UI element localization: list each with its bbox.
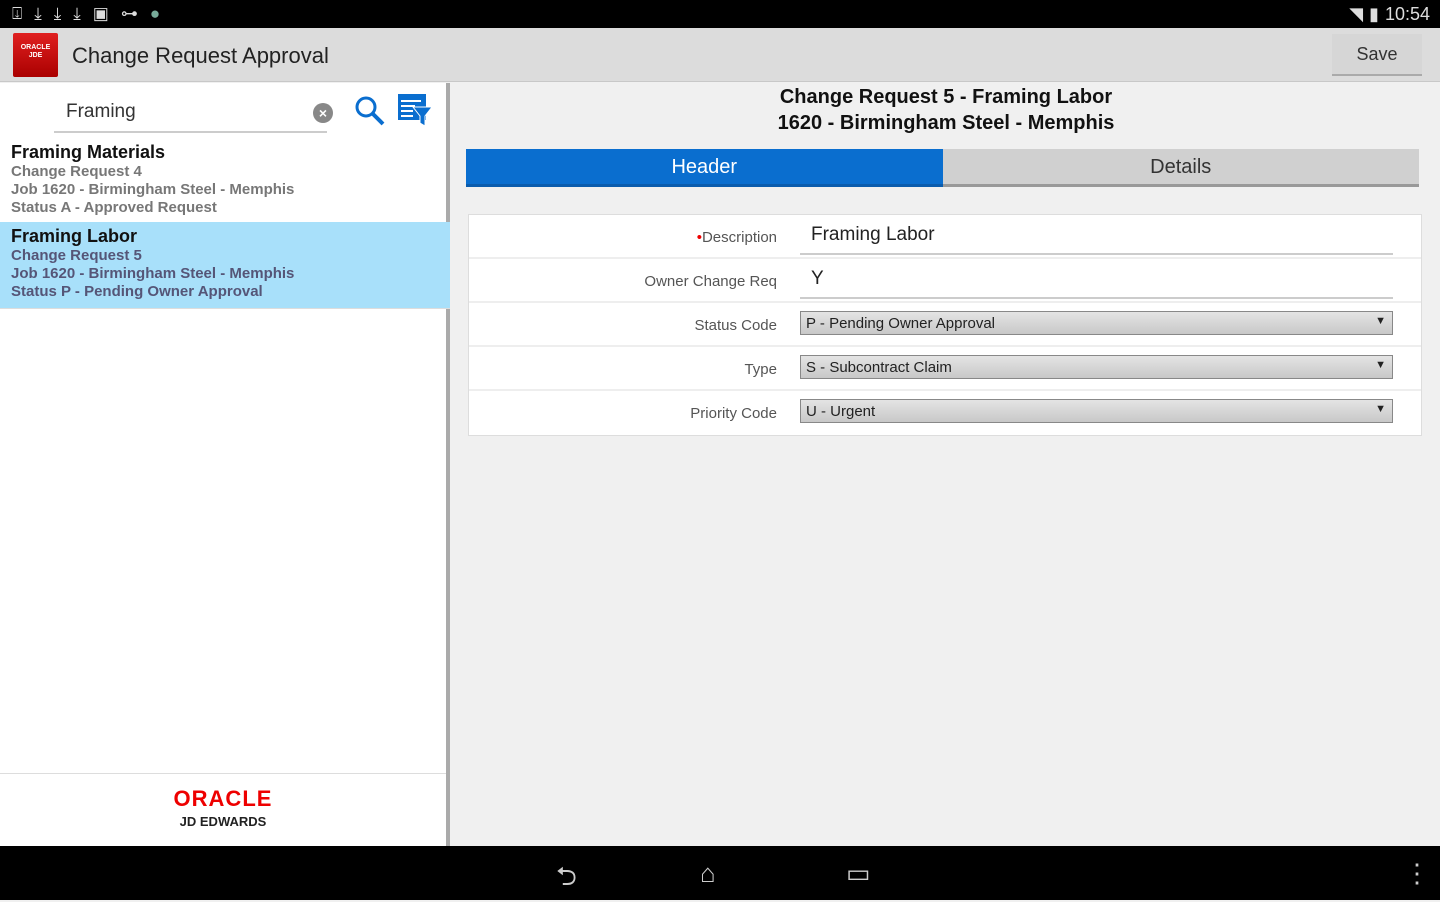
clock: 10:54 xyxy=(1384,4,1430,24)
type-value: S - Subcontract Claim xyxy=(806,359,952,376)
clear-search-icon[interactable]: × xyxy=(313,103,333,123)
dropdown-arrow-icon: ▼ xyxy=(1375,403,1386,415)
item-request: Change Request 4 xyxy=(11,163,142,180)
item-job: Job 1620 - Birmingham Steel - Memphis xyxy=(11,265,295,282)
owner-change-input[interactable]: Y xyxy=(800,259,1393,299)
description-label-text: Description xyxy=(701,229,777,246)
battery-icon: ▮ xyxy=(1369,4,1379,24)
item-status: Status A - Approved Request xyxy=(11,199,217,216)
download-icon: ⤓ xyxy=(53,4,62,23)
type-row: Type S - Subcontract Claim ▼ xyxy=(469,347,1421,391)
status-bar: ⍗ ⤓ ⤓ ⤓ ▣ ⊶ ● ◥ ▮ 10:54 xyxy=(0,0,1440,28)
item-title: Framing Labor xyxy=(11,226,138,246)
tab-details[interactable]: Details xyxy=(942,149,1419,187)
description-input[interactable]: Framing Labor xyxy=(800,215,1393,255)
search-field: × xyxy=(54,91,333,133)
description-row: •Description Framing Labor xyxy=(469,215,1421,259)
filter-icon[interactable] xyxy=(397,93,433,127)
search-icon[interactable] xyxy=(354,95,386,127)
app-logo: ORACLE JDE xyxy=(13,33,58,77)
navigation-bar: ⮌ ⌂ ▭ ⋮ xyxy=(0,846,1440,900)
save-button[interactable]: Save xyxy=(1332,34,1422,76)
overflow-menu-icon[interactable]: ⋮ xyxy=(1404,858,1430,889)
priority-code-select[interactable]: U - Urgent ▼ xyxy=(800,399,1393,423)
priority-code-row: Priority Code U - Urgent ▼ xyxy=(469,391,1421,435)
type-select[interactable]: S - Subcontract Claim ▼ xyxy=(800,355,1393,379)
tab-bar: Header Details xyxy=(466,149,1419,187)
oracle-logo: ORACLE JD EDWARDS xyxy=(0,773,446,846)
download-icon: ⤓ xyxy=(34,4,42,23)
tab-header[interactable]: Header xyxy=(466,149,943,187)
type-label: Type xyxy=(744,361,777,378)
item-title: Framing Materials xyxy=(11,142,166,162)
item-request: Change Request 5 xyxy=(11,247,142,264)
download-icon: ⤓ xyxy=(73,4,81,23)
priority-code-label: Priority Code xyxy=(690,405,777,422)
list-item[interactable]: Framing Materials Change Request 4 Job 1… xyxy=(0,138,450,225)
oracle-brand: ORACLE xyxy=(173,786,273,811)
detail-title-line2: 1620 - Birmingham Steel - Memphis xyxy=(777,112,1115,134)
status-code-row: Status Code P - Pending Owner Approval ▼ xyxy=(469,303,1421,347)
download-box-icon: ⍗ xyxy=(12,4,23,23)
wifi-icon: ◥ xyxy=(1349,4,1364,24)
recent-apps-icon[interactable]: ▭ xyxy=(846,858,871,889)
detail-title-line1: Change Request 5 - Framing Labor xyxy=(779,86,1113,108)
header-form: •Description Framing Labor Owner Change … xyxy=(468,214,1422,436)
dropdown-arrow-icon: ▼ xyxy=(1375,359,1386,371)
dropdown-arrow-icon: ▼ xyxy=(1375,315,1386,327)
jde-brand: JD EDWARDS xyxy=(179,814,267,829)
search-input[interactable] xyxy=(54,91,294,133)
list-item-selected[interactable]: Framing Labor Change Request 5 Job 1620 … xyxy=(0,222,450,309)
home-icon[interactable]: ⌂ xyxy=(700,858,716,889)
status-code-value: P - Pending Owner Approval xyxy=(806,315,996,332)
app-bar: ORACLE JDE Change Request Approval Save xyxy=(0,28,1440,82)
status-code-select[interactable]: P - Pending Owner Approval ▼ xyxy=(800,311,1393,335)
image-icon: ▣ xyxy=(92,4,109,23)
key-icon: ⊶ xyxy=(120,4,138,23)
owner-change-row: Owner Change Req Y xyxy=(469,259,1421,303)
item-status: Status P - Pending Owner Approval xyxy=(11,283,263,300)
back-icon[interactable]: ⮌ xyxy=(556,858,577,902)
list-pane: × Framing Materials Change Request 4 Job… xyxy=(0,83,450,846)
globe-icon: ● xyxy=(149,4,161,23)
app-title: Change Request Approval xyxy=(72,43,329,68)
description-label: •Description xyxy=(697,229,777,246)
status-code-label: Status Code xyxy=(694,317,777,334)
detail-title: Change Request 5 - Framing Labor 1620 - … xyxy=(456,84,1436,136)
priority-code-value: U - Urgent xyxy=(806,403,876,420)
owner-change-label: Owner Change Req xyxy=(644,273,777,290)
item-job: Job 1620 - Birmingham Steel - Memphis xyxy=(11,181,295,198)
